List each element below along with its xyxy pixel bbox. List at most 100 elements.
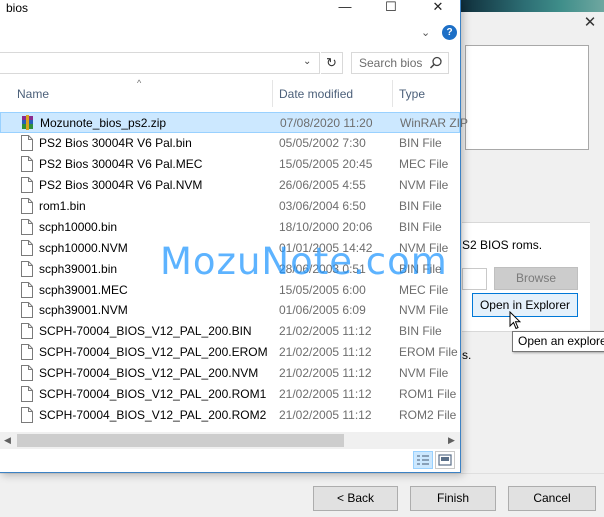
file-type: ROM2 File: [399, 408, 457, 423]
close-icon[interactable]: ✕: [423, 0, 453, 16]
file-type: ROM1 File: [399, 387, 457, 402]
browse-button[interactable]: Browse: [494, 267, 578, 290]
address-bar[interactable]: [0, 52, 320, 74]
file-row[interactable]: scph39001.MEC 15/05/2005 6:00 MEC File: [0, 280, 460, 301]
file-name: scph10000.bin: [39, 219, 118, 234]
file-date: 07/08/2020 11:20: [280, 116, 373, 130]
wizard-path-field[interactable]: [462, 268, 487, 290]
chevron-down-icon[interactable]: ⌄: [421, 26, 430, 39]
explorer-tooltip: Open an explorer: [512, 331, 604, 352]
file-type: BIN File: [399, 135, 442, 150]
file-row[interactable]: SCPH-70004_BIOS_V12_PAL_200.ROM1 21/02/20…: [0, 384, 460, 405]
file-date: 21/02/2005 11:12: [279, 387, 372, 402]
file-date: 28/06/2003 0:51: [279, 261, 366, 276]
file-date: 21/02/2005 11:12: [279, 366, 372, 381]
file-date: 01/01/2005 14:42: [279, 240, 373, 255]
file-date: 26/06/2005 4:55: [279, 177, 366, 192]
ribbon-row: [0, 18, 460, 48]
file-date: 05/05/2002 7:30: [279, 135, 366, 150]
file-icon: [21, 134, 33, 151]
file-date: 18/10/2000 20:06: [279, 219, 373, 234]
file-date: 21/02/2005 11:12: [279, 408, 372, 423]
file-list: Mozunote_bios_ps2.zip 07/08/2020 11:20 Win…: [0, 112, 468, 426]
file-row[interactable]: scph10000.NVM 01/01/2005 14:42 NVM File: [0, 238, 460, 259]
horizontal-scrollbar[interactable]: ◀ ▶: [0, 432, 460, 449]
column-header-type[interactable]: Type: [392, 84, 460, 107]
column-header-name[interactable]: Name: [10, 84, 272, 107]
file-type: BIN File: [399, 219, 442, 234]
file-icon: [21, 155, 33, 172]
file-type: NVM File: [399, 366, 449, 381]
file-date: 01/06/2005 6:09: [279, 303, 366, 318]
file-row[interactable]: PS2 Bios 30004R V6 Pal.bin 05/05/2002 7:3…: [0, 133, 460, 154]
file-row[interactable]: PS2 Bios 30004R V6 Pal.MEC 15/05/2005 20:…: [0, 154, 460, 175]
file-name: scph39001.NVM: [39, 303, 128, 318]
scrollbar-thumb[interactable]: [17, 434, 344, 447]
view-toggle: [413, 451, 457, 469]
wizard-description-box: [465, 45, 589, 150]
file-icon: [21, 323, 33, 340]
file-name: scph39001.MEC: [39, 282, 128, 297]
file-icon: [21, 260, 33, 277]
scroll-left-icon[interactable]: ◀: [4, 435, 11, 446]
back-button[interactable]: < Back: [313, 486, 398, 511]
file-name: SCPH-70004_BIOS_V12_PAL_200.ROM2: [39, 408, 267, 423]
finish-button[interactable]: Finish: [410, 486, 496, 511]
file-date: 15/05/2005 6:00: [279, 282, 366, 297]
search-icon[interactable]: [429, 56, 443, 70]
large-icons-view-icon[interactable]: [435, 451, 455, 469]
cancel-button[interactable]: Cancel: [508, 486, 596, 511]
file-name: scph39001.bin: [39, 261, 118, 276]
file-icon: [21, 218, 33, 235]
help-icon[interactable]: ?: [442, 25, 457, 40]
file-name: SCPH-70004_BIOS_V12_PAL_200.BIN: [39, 324, 252, 339]
address-dropdown-icon[interactable]: ⌄: [303, 56, 311, 67]
file-type: NVM File: [399, 303, 449, 318]
file-date: 21/02/2005 11:12: [279, 345, 372, 360]
file-row[interactable]: scph39001.NVM 01/06/2005 6:09 NVM File: [0, 300, 460, 321]
wizard-truncated-text: s.: [462, 348, 472, 362]
wizard-roms-label: S2 BIOS roms.: [462, 238, 543, 252]
file-row[interactable]: rom1.bin 03/06/2004 6:50 BIN File: [0, 196, 460, 217]
file-icon: [21, 176, 33, 193]
open-in-explorer-button[interactable]: Open in Explorer: [472, 293, 578, 317]
file-name: SCPH-70004_BIOS_V12_PAL_200.NVM: [39, 366, 259, 381]
file-date: 03/06/2004 6:50: [279, 198, 366, 213]
file-icon: [21, 365, 33, 382]
file-row[interactable]: Mozunote_bios_ps2.zip 07/08/2020 11:20 Win…: [0, 112, 468, 133]
file-row[interactable]: SCPH-70004_BIOS_V12_PAL_200.BIN 21/02/200…: [0, 321, 460, 342]
file-icon: [21, 302, 33, 319]
wizard-close-icon[interactable]: ✕: [580, 14, 600, 32]
file-type: MEC File: [399, 156, 449, 171]
file-name: Mozunote_bios_ps2.zip: [40, 116, 167, 130]
file-name: SCPH-70004_BIOS_V12_PAL_200.EROM: [39, 345, 268, 360]
column-header-date[interactable]: Date modified: [272, 84, 392, 107]
file-row[interactable]: SCPH-70004_BIOS_V12_PAL_200.NVM 21/02/200…: [0, 363, 460, 384]
refresh-icon[interactable]: ↻: [321, 52, 343, 74]
details-view-icon[interactable]: [413, 451, 433, 469]
file-type: WinRAR ZIP: [400, 116, 469, 130]
file-row[interactable]: SCPH-70004_BIOS_V12_PAL_200.EROM 21/02/20…: [0, 342, 460, 363]
maximize-icon[interactable]: ☐: [376, 0, 406, 16]
file-icon: [21, 386, 33, 403]
file-type: BIN File: [399, 261, 442, 276]
minimize-icon[interactable]: —: [330, 0, 360, 16]
file-type: MEC File: [399, 282, 449, 297]
file-name: PS2 Bios 30004R V6 Pal.MEC: [39, 156, 203, 171]
file-row[interactable]: SCPH-70004_BIOS_V12_PAL_200.ROM2 21/02/20…: [0, 405, 460, 426]
file-row[interactable]: PS2 Bios 30004R V6 Pal.NVM 26/06/2005 4:5…: [0, 175, 460, 196]
file-icon: [21, 344, 33, 361]
file-name: rom1.bin: [39, 198, 86, 213]
title-bar: bios — ☐ ✕: [0, 0, 460, 18]
file-type: NVM File: [399, 177, 449, 192]
file-type: BIN File: [399, 198, 442, 213]
file-row[interactable]: scph10000.bin 18/10/2000 20:06 BIN File: [0, 217, 460, 238]
file-type: EROM File: [399, 345, 458, 360]
file-name: PS2 Bios 30004R V6 Pal.bin: [39, 135, 192, 150]
scroll-right-icon[interactable]: ▶: [448, 435, 455, 446]
file-name: SCPH-70004_BIOS_V12_PAL_200.ROM1: [39, 387, 267, 402]
file-row[interactable]: scph39001.bin 28/06/2003 0:51 BIN File: [0, 259, 460, 280]
mouse-cursor-icon: [509, 311, 521, 330]
file-dialog: bios — ☐ ✕ ⌄ ? ⌄ ↻ Search bios ^ Name Da…: [0, 0, 468, 473]
file-type: BIN File: [399, 324, 442, 339]
